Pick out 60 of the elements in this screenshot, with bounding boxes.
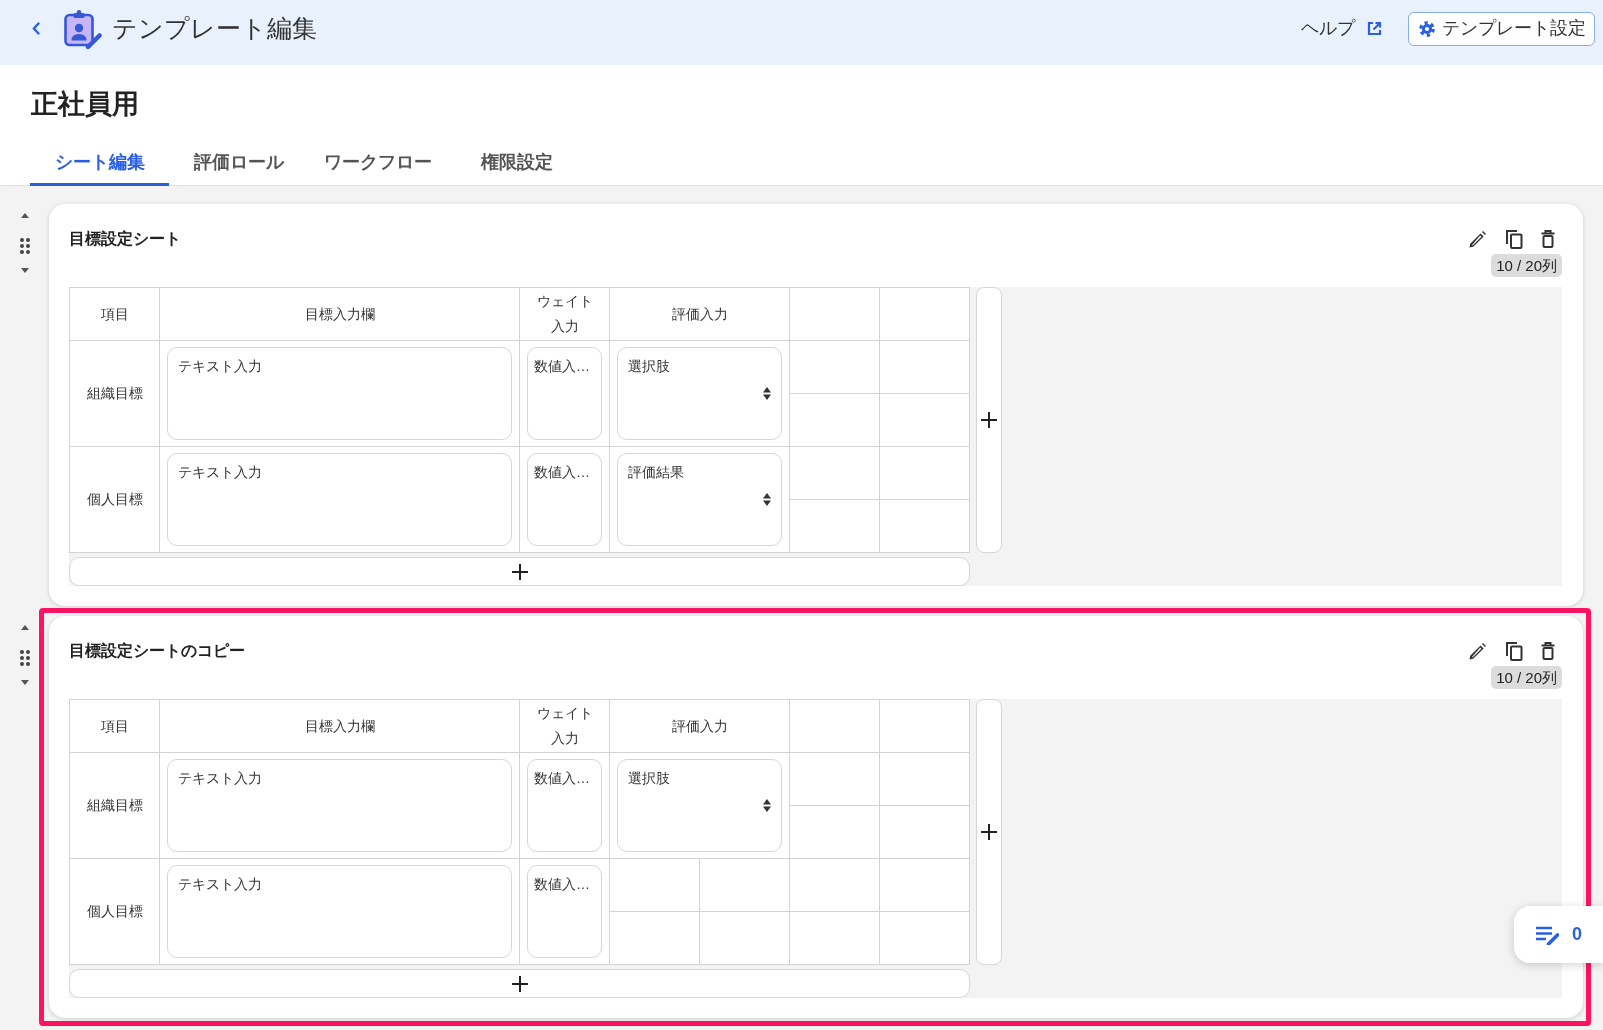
text-input-field[interactable]: テキスト入力 — [167, 453, 512, 546]
plus-icon — [511, 563, 528, 580]
tab[interactable]: 評価ロール — [169, 142, 308, 186]
column-header: ウェイト入力 — [535, 292, 594, 336]
plus-icon — [981, 824, 997, 840]
chevron-left-icon[interactable] — [32, 22, 40, 35]
pencil-icon[interactable] — [1468, 229, 1487, 249]
text-input-field[interactable]: テキスト入力 — [167, 347, 512, 440]
caret-down-icon[interactable] — [20, 268, 29, 273]
sheet-title: 目標設定シート — [69, 229, 181, 249]
select-field[interactable]: 選択肢 — [617, 347, 782, 440]
up-down-caret-icon — [763, 387, 771, 400]
column-header: 評価入力 — [670, 304, 729, 324]
select-field[interactable]: 評価結果 — [617, 453, 782, 546]
tab[interactable]: 権限設定 — [447, 142, 586, 186]
column-header: 目標入力欄 — [303, 716, 376, 736]
column-header: 項目 — [99, 716, 130, 736]
copy-icon[interactable] — [1505, 229, 1523, 249]
column-header: 評価入力 — [670, 716, 729, 736]
caret-down-icon[interactable] — [20, 680, 29, 685]
drag-handle-icon[interactable] — [19, 650, 30, 666]
caret-up-icon[interactable] — [20, 213, 29, 218]
copy-icon[interactable] — [1505, 641, 1523, 661]
number-input-field[interactable]: 数値入… — [527, 453, 602, 546]
help-link[interactable]: ヘルプ — [1301, 15, 1382, 42]
plus-icon — [511, 975, 528, 992]
number-input-field[interactable]: 数値入… — [527, 759, 602, 852]
column-header: ウェイト入力 — [535, 704, 594, 748]
up-down-caret-icon — [763, 493, 771, 506]
gear-icon — [1419, 20, 1435, 37]
trash-icon[interactable] — [1541, 642, 1555, 660]
pencil-icon[interactable] — [1468, 641, 1487, 661]
tab[interactable]: ワークフロー — [308, 142, 447, 186]
row-label: 個人目標 — [86, 490, 143, 509]
up-down-caret-icon — [763, 799, 771, 812]
list-pencil-icon — [1535, 924, 1559, 945]
sheet-title: 目標設定シートのコピー — [69, 641, 245, 661]
page-title: 正社員用 — [31, 88, 140, 121]
tab[interactable]: シート編集 — [30, 142, 169, 186]
template-settings-button[interactable]: テンプレート設定 — [1408, 11, 1595, 46]
row-label: 組織目標 — [86, 796, 143, 815]
text-input-field[interactable]: テキスト入力 — [167, 865, 512, 958]
select-field[interactable]: 選択肢 — [617, 759, 782, 852]
text-input-field[interactable]: テキスト入力 — [167, 759, 512, 852]
row-label: 組織目標 — [86, 384, 143, 403]
number-input-field[interactable]: 数値入… — [527, 865, 602, 958]
column-header: 目標入力欄 — [303, 304, 376, 324]
caret-up-icon[interactable] — [20, 625, 29, 630]
plus-icon — [981, 412, 997, 428]
column-count-badge: 10 / 20列 — [1491, 254, 1562, 277]
row-label: 個人目標 — [86, 902, 143, 921]
external-link-icon — [1367, 21, 1382, 36]
drag-handle-icon[interactable] — [19, 238, 30, 254]
trash-icon[interactable] — [1541, 230, 1555, 248]
number-input-field[interactable]: 数値入… — [527, 347, 602, 440]
column-count-badge: 10 / 20列 — [1491, 666, 1562, 689]
app-title: テンプレート編集 — [112, 12, 317, 44]
floating-edit-button[interactable]: 0 — [1514, 906, 1603, 963]
column-header: 項目 — [99, 304, 130, 324]
clipboard-person-icon — [62, 8, 102, 49]
